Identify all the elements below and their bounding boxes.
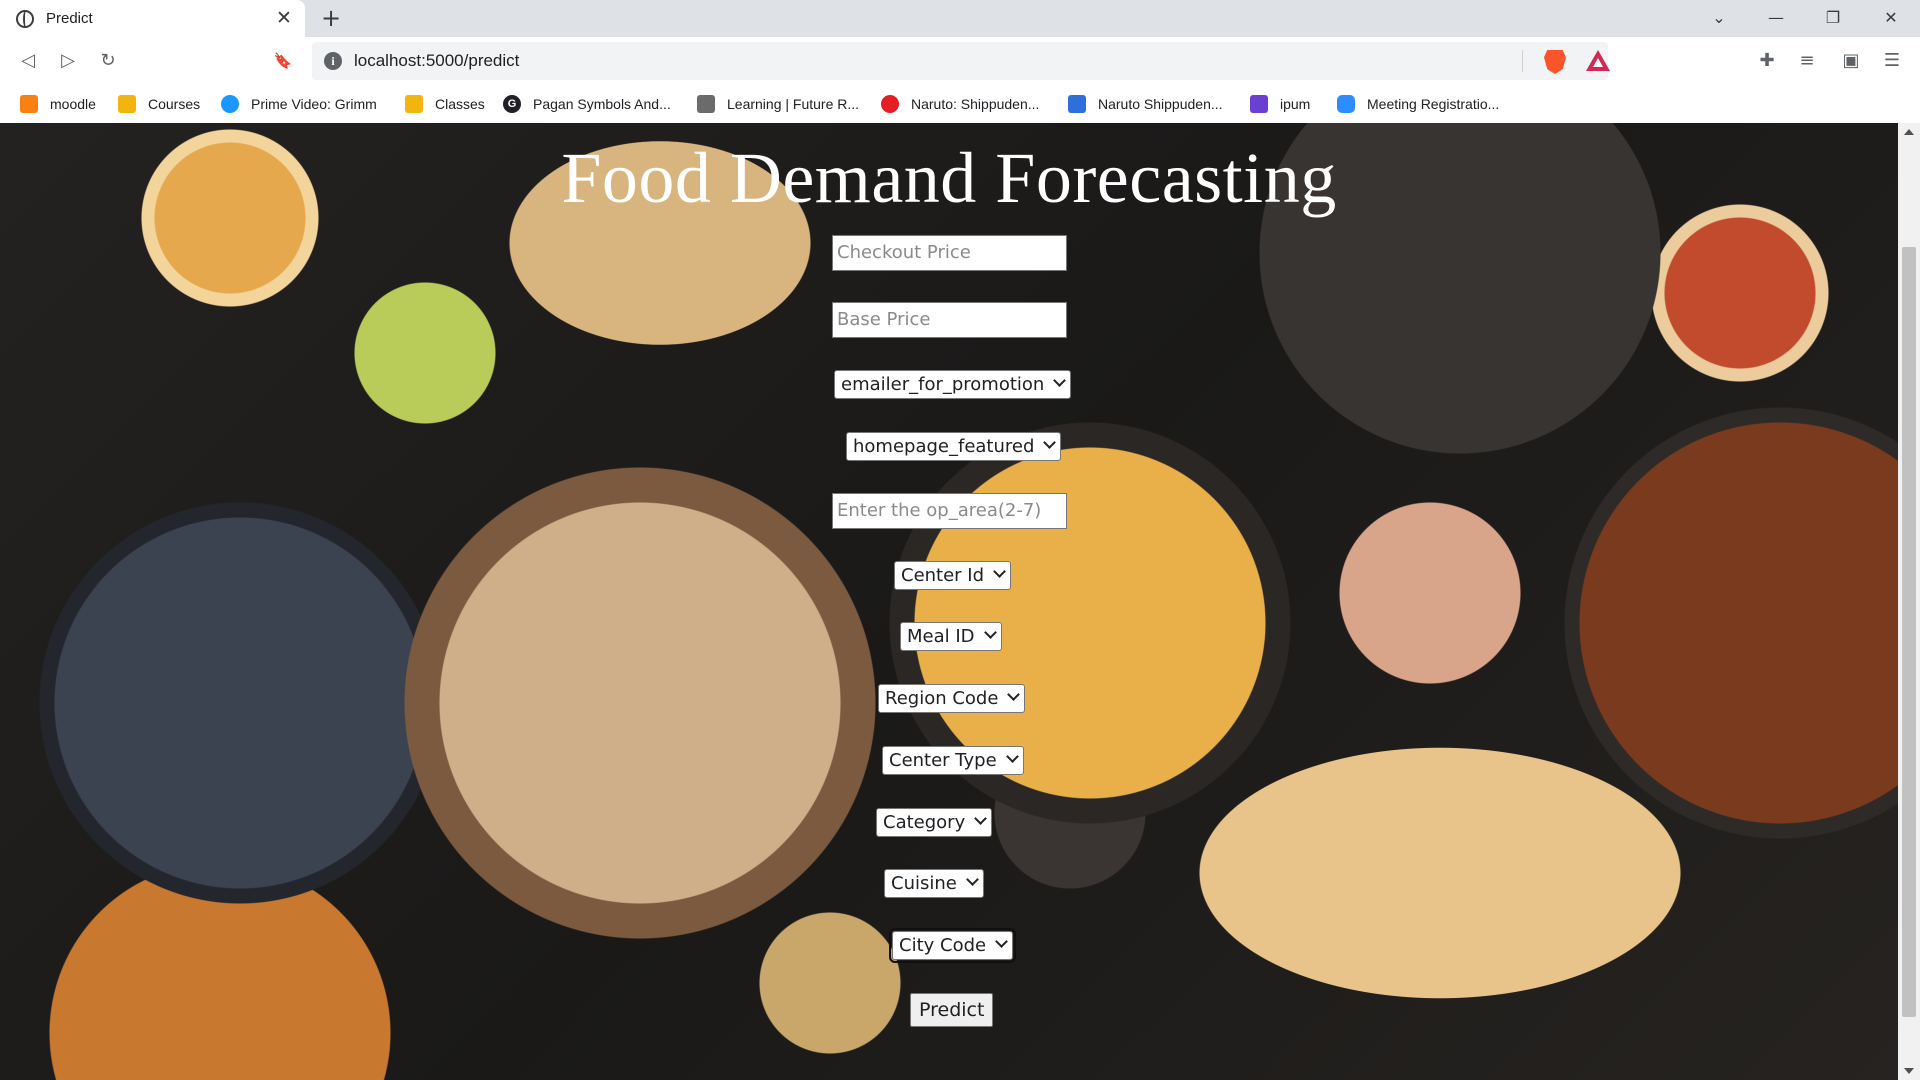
bookmark-learning[interactable]: Learning | Future R...	[697, 91, 859, 117]
select-value: Region Code	[885, 688, 999, 709]
bookmark-label: moodle	[50, 96, 96, 112]
browser-toolbar: ◁ ▷ ↻ 🔖 i localhost:5000/predict ✚ ≡ ▣ ☰	[0, 37, 1920, 85]
omnibox-divider	[1522, 50, 1523, 72]
tab-search-icon[interactable]: ⌄	[1706, 6, 1732, 30]
tab-strip: Predict ✕ + ⌄ — ❐ ✕	[0, 0, 1920, 37]
center-id-select[interactable]: Center Id	[894, 561, 1012, 590]
learning-icon	[697, 95, 715, 113]
bookmark-naruto[interactable]: Naruto Shippuden...	[1068, 91, 1223, 117]
bookmark-pagan-symbols[interactable]: G Pagan Symbols And...	[503, 91, 671, 117]
crunchyroll-icon	[881, 95, 899, 113]
bookmark-naruto-crunchyroll[interactable]: Naruto: Shippuden...	[881, 91, 1039, 117]
bookmark-icon[interactable]: 🔖	[268, 46, 298, 76]
op-area-placeholder: Enter the op_area(2-7)	[837, 500, 1042, 521]
bookmark-label: Naruto: Shippuden...	[911, 96, 1040, 112]
bookmark-prime-video[interactable]: Prime Video: Grimm	[221, 91, 377, 117]
bookmark-label: ipum	[1280, 96, 1311, 112]
forward-icon[interactable]: ▷	[53, 46, 83, 76]
moodle-icon	[20, 95, 38, 113]
chevron-down-icon	[995, 935, 1008, 948]
chevron-down-icon	[1005, 750, 1019, 763]
tab-predict[interactable]: Predict ✕	[0, 0, 305, 37]
reload-icon[interactable]: ↻	[93, 46, 123, 76]
brave-rewards-icon[interactable]	[1586, 50, 1610, 71]
select-value: City Code	[899, 935, 987, 956]
menu-icon[interactable]: ☰	[1877, 46, 1907, 76]
homepage-featured-select[interactable]: homepage_featured	[846, 432, 1062, 461]
category-select[interactable]: Category	[876, 808, 993, 837]
chevron-down-icon	[974, 812, 988, 825]
classroom-icon	[405, 95, 423, 113]
select-value: Category	[883, 812, 966, 833]
classroom-icon	[118, 95, 136, 113]
wallet-icon[interactable]: ▣	[1836, 46, 1866, 76]
select-value: emailer_for_promotion	[841, 374, 1045, 395]
op-area-input[interactable]: Enter the op_area(2-7)	[832, 493, 1067, 529]
close-window-button[interactable]: ✕	[1878, 6, 1904, 30]
bookmark-classes[interactable]: Classes	[405, 91, 485, 117]
city-code-select[interactable]: City Code	[888, 928, 1017, 963]
back-icon[interactable]: ◁	[13, 46, 43, 76]
cuisine-select[interactable]: Cuisine	[884, 869, 984, 898]
scroll-down-icon[interactable]	[1904, 1068, 1914, 1074]
base-price-placeholder: Base Price	[837, 309, 931, 330]
bookmark-label: Pagan Symbols And...	[533, 96, 671, 112]
chevron-down-icon	[1007, 688, 1021, 701]
chevron-down-icon	[983, 626, 997, 639]
close-tab-icon[interactable]: ✕	[273, 7, 295, 29]
bookmark-label: Meeting Registratio...	[1367, 96, 1500, 112]
bookmark-moodle[interactable]: moodle	[20, 91, 96, 117]
tab-title: Predict	[46, 10, 93, 27]
meal-id-select[interactable]: Meal ID	[900, 622, 1002, 651]
list-icon	[1250, 95, 1268, 113]
g-icon: G	[503, 95, 521, 113]
reading-list-icon[interactable]: ≡	[1792, 46, 1822, 76]
restore-button[interactable]: ❐	[1820, 6, 1846, 30]
bookmark-ipum[interactable]: ipum	[1250, 91, 1310, 117]
checkout-price-placeholder: Checkout Price	[837, 242, 971, 263]
site-info-icon[interactable]: i	[324, 52, 342, 70]
chevron-down-icon	[993, 565, 1006, 578]
browser-chrome: Predict ✕ + ⌄ — ❐ ✕ ◁ ▷ ↻ 🔖 i localhost:…	[0, 0, 1920, 123]
bookmark-label: Naruto Shippuden...	[1098, 96, 1223, 112]
bookmark-label: Courses	[148, 96, 201, 112]
chevron-down-icon	[1043, 436, 1057, 449]
bookmark-courses[interactable]: Courses	[118, 91, 200, 117]
page-background-food-photo: Food Demand Forecasting Checkout Price B…	[0, 123, 1898, 1080]
chevron-down-icon	[1053, 374, 1067, 387]
scroll-up-icon[interactable]	[1904, 129, 1914, 135]
bookmarks-bar: moodle Courses Prime Video: Grimm Classe…	[0, 85, 1920, 123]
brave-shields-icon[interactable]	[1544, 50, 1566, 74]
address-bar[interactable]: i localhost:5000/predict	[312, 42, 1610, 80]
scrollbar-thumb[interactable]	[1902, 247, 1916, 1017]
select-value: Cuisine	[891, 873, 957, 894]
bookmark-label: Prime Video: Grimm	[251, 96, 377, 112]
page-scrollbar[interactable]	[1898, 123, 1920, 1080]
select-value: Center Type	[889, 750, 997, 771]
page-title: Food Demand Forecasting	[561, 138, 1337, 218]
select-value: homepage_featured	[853, 436, 1035, 457]
new-tab-button[interactable]: +	[318, 5, 344, 31]
bookmark-meeting-registration[interactable]: Meeting Registratio...	[1337, 91, 1499, 117]
base-price-input[interactable]: Base Price	[832, 302, 1067, 338]
checkout-price-input[interactable]: Checkout Price	[832, 235, 1067, 271]
bookmark-label: Classes	[435, 96, 485, 112]
predict-button[interactable]: Predict	[910, 993, 994, 1027]
emailer-for-promotion-select[interactable]: emailer_for_promotion	[834, 370, 1072, 399]
url-text[interactable]: localhost:5000/predict	[354, 51, 519, 71]
zoom-icon	[1337, 95, 1355, 113]
arrow-icon	[1068, 95, 1086, 113]
globe-icon	[16, 9, 34, 28]
region-code-select[interactable]: Region Code	[878, 684, 1026, 713]
center-type-select[interactable]: Center Type	[882, 746, 1024, 775]
chevron-down-icon	[965, 873, 979, 886]
prime-video-icon	[221, 95, 239, 113]
minimize-button[interactable]: —	[1763, 6, 1789, 30]
select-value: Center Id	[901, 565, 985, 586]
extensions-icon[interactable]: ✚	[1752, 46, 1782, 76]
bookmark-label: Learning | Future R...	[727, 96, 860, 112]
select-value: Meal ID	[907, 626, 975, 647]
